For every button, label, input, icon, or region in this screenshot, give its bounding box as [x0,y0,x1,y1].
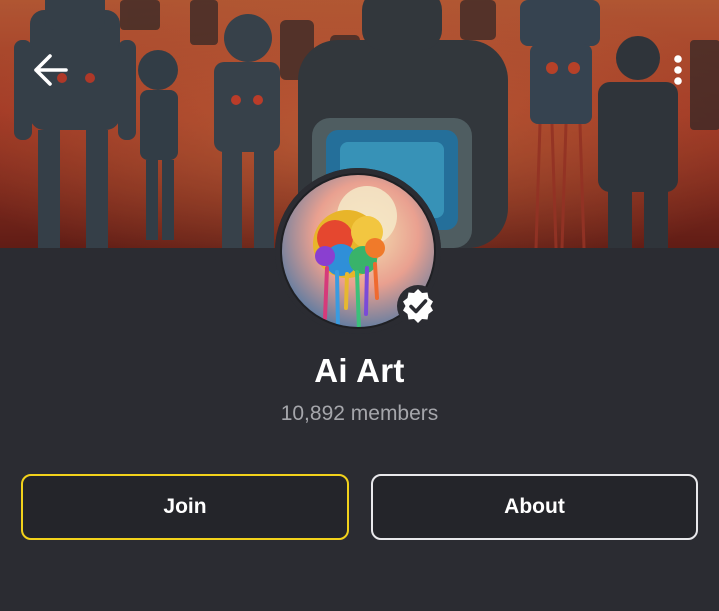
more-vertical-icon [674,55,682,85]
join-button[interactable]: Join [21,474,349,540]
member-count: 10,892 members [280,402,439,425]
verified-badge-icon [396,284,440,328]
community-screen: Ai Art 10,892 members Join About [0,0,719,611]
arrow-left-icon [34,54,68,86]
more-options-button[interactable] [662,50,694,90]
about-button[interactable]: About [371,474,698,540]
back-button[interactable] [28,50,72,90]
community-name: Ai Art [314,352,405,389]
